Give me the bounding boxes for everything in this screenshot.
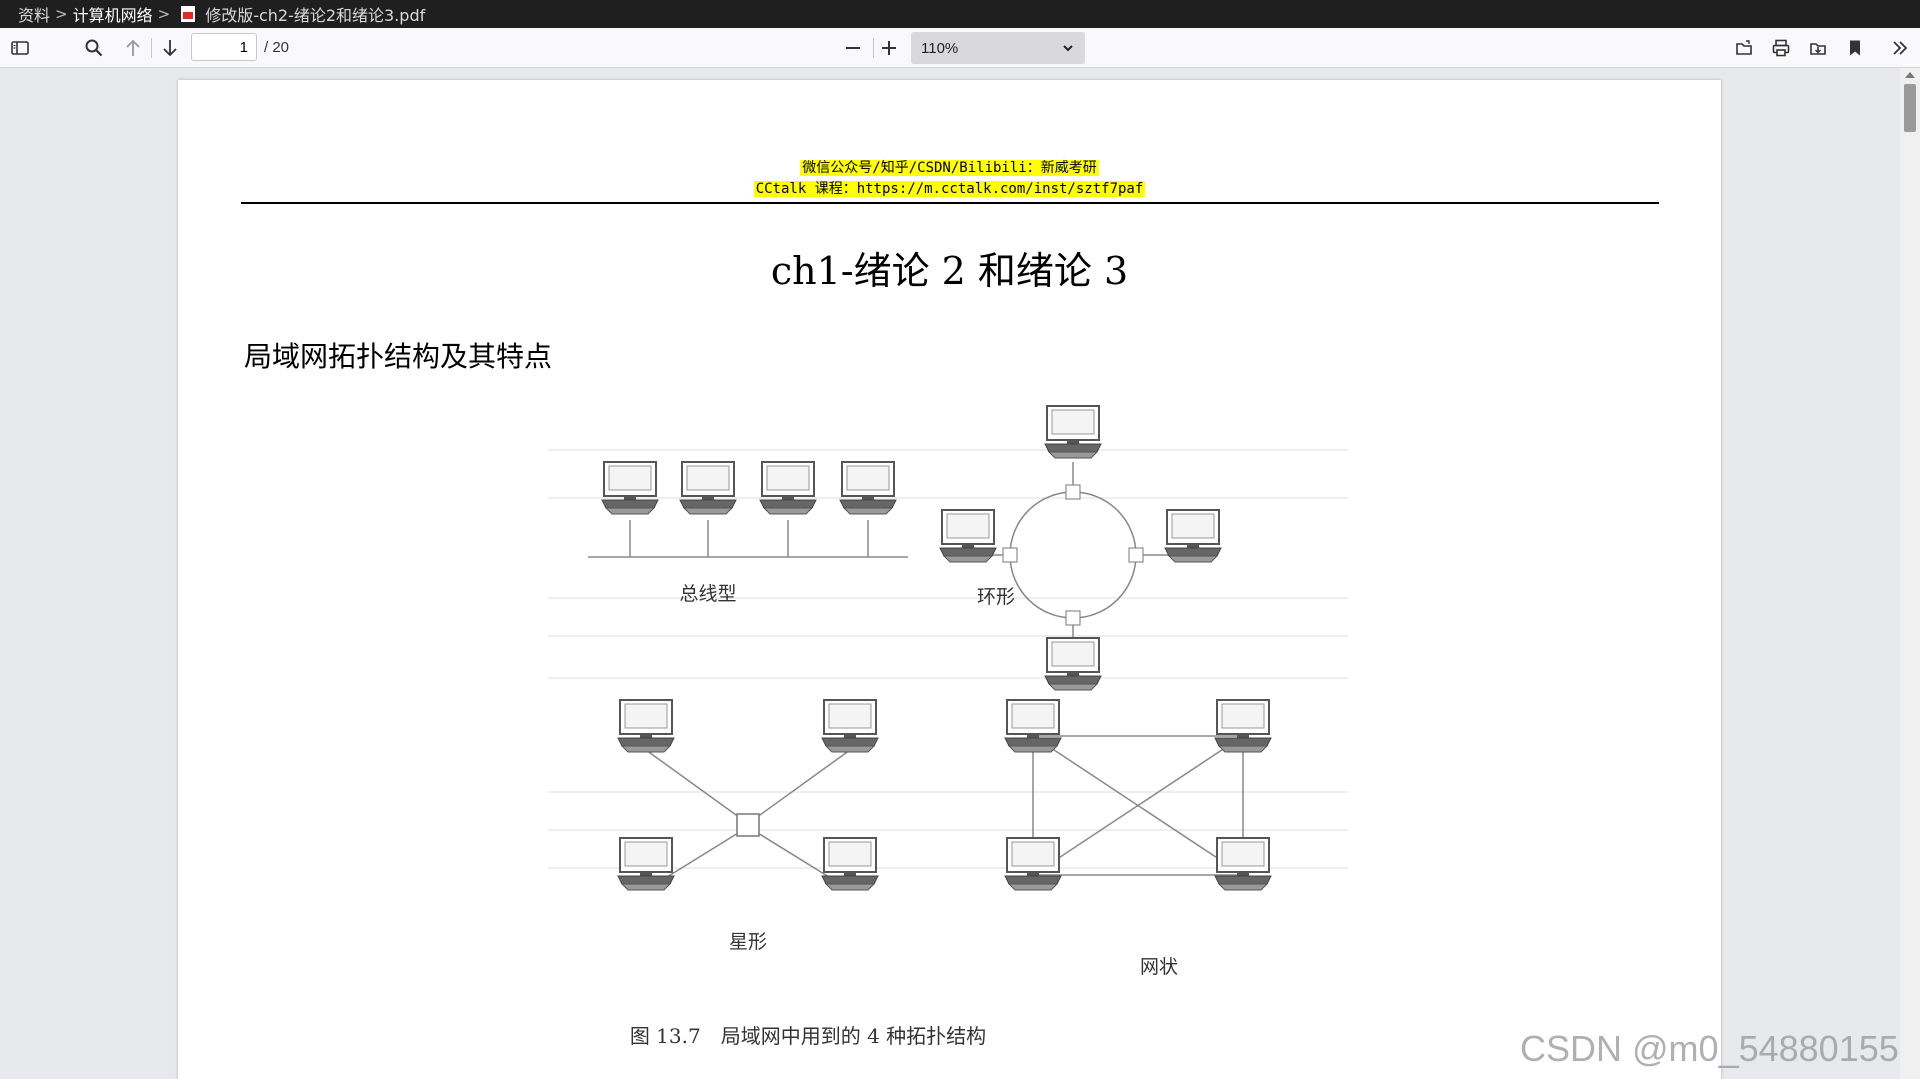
zoom-value: 110% bbox=[921, 39, 959, 57]
breadcrumb-separator: > bbox=[55, 5, 68, 23]
zoom-select[interactable]: 110% bbox=[911, 32, 1085, 64]
zoom-out-icon[interactable] bbox=[839, 34, 867, 62]
mesh-topology bbox=[1032, 735, 1244, 876]
star-label: 星形 bbox=[729, 931, 767, 950]
topology-figure: 总线型 环形 星形 bbox=[548, 390, 1348, 953]
ring-topology bbox=[968, 462, 1170, 645]
bus-topology bbox=[588, 520, 908, 558]
scroll-up-icon[interactable] bbox=[1905, 72, 1915, 78]
open-file-icon[interactable] bbox=[1730, 34, 1758, 62]
csdn-watermark: CSDN @m0_54880155 bbox=[1520, 1028, 1899, 1069]
document-title: ch1-绪论 2 和绪论 3 bbox=[770, 249, 1129, 293]
breadcrumb-item-folder[interactable]: 资料 bbox=[18, 2, 50, 26]
save-icon[interactable] bbox=[1804, 34, 1832, 62]
toolbar-divider bbox=[873, 38, 874, 58]
sidebar-toggle-icon[interactable] bbox=[6, 34, 34, 62]
watermark-line-2: CCtalk 课程：https://m.cctalk.com/inst/sztf… bbox=[753, 181, 1146, 197]
breadcrumb-item-subfolder[interactable]: 计算机网络 bbox=[73, 2, 153, 26]
header-rule bbox=[241, 202, 1659, 204]
figure-caption: 图 13.7 局域网中用到的 4 种拓扑结构 bbox=[629, 1024, 987, 1048]
page-number-input[interactable] bbox=[191, 33, 257, 61]
mesh-label: 网状 bbox=[1140, 956, 1179, 978]
more-tools-icon[interactable] bbox=[1886, 34, 1914, 62]
bookmark-icon[interactable] bbox=[1841, 34, 1869, 62]
zoom-in-icon[interactable] bbox=[875, 34, 903, 62]
bus-label: 总线型 bbox=[679, 583, 736, 605]
pdf-file-icon bbox=[181, 6, 196, 22]
pdf-toolbar: / 20 110% bbox=[0, 28, 1920, 68]
scrollbar-thumb[interactable] bbox=[1904, 84, 1916, 132]
arrow-up-icon[interactable] bbox=[119, 34, 147, 62]
watermark-line-1: 微信公众号/知乎/CSDN/Bilibili：新威考研 bbox=[800, 160, 1099, 176]
arrow-down-icon[interactable] bbox=[156, 34, 184, 62]
breadcrumb-separator: > bbox=[157, 5, 171, 23]
breadcrumb-filename: 修改版-ch2-绪论2和绪论3.pdf bbox=[205, 6, 426, 25]
print-icon[interactable] bbox=[1767, 34, 1795, 62]
document-viewer[interactable]: 微信公众号/知乎/CSDN/Bilibili：新威考研 CCtalk 课程：ht… bbox=[0, 68, 1920, 1079]
vertical-scrollbar[interactable] bbox=[1900, 68, 1920, 1079]
pdf-page: 微信公众号/知乎/CSDN/Bilibili：新威考研 CCtalk 课程：ht… bbox=[178, 80, 1721, 1079]
page-header-watermark: 微信公众号/知乎/CSDN/Bilibili：新威考研 CCtalk 课程：ht… bbox=[178, 158, 1721, 200]
search-icon[interactable] bbox=[80, 34, 108, 62]
toolbar-divider bbox=[151, 38, 152, 58]
ring-label: 环形 bbox=[977, 586, 1015, 608]
breadcrumb-bar: 资料 > 计算机网络 > 修改版-ch2-绪论2和绪论3.pdf bbox=[0, 0, 1920, 28]
page-total-label: / 20 bbox=[264, 39, 290, 56]
section-heading: 局域网拓扑结构及其特点 bbox=[244, 340, 553, 373]
chevron-down-icon bbox=[1063, 45, 1073, 52]
